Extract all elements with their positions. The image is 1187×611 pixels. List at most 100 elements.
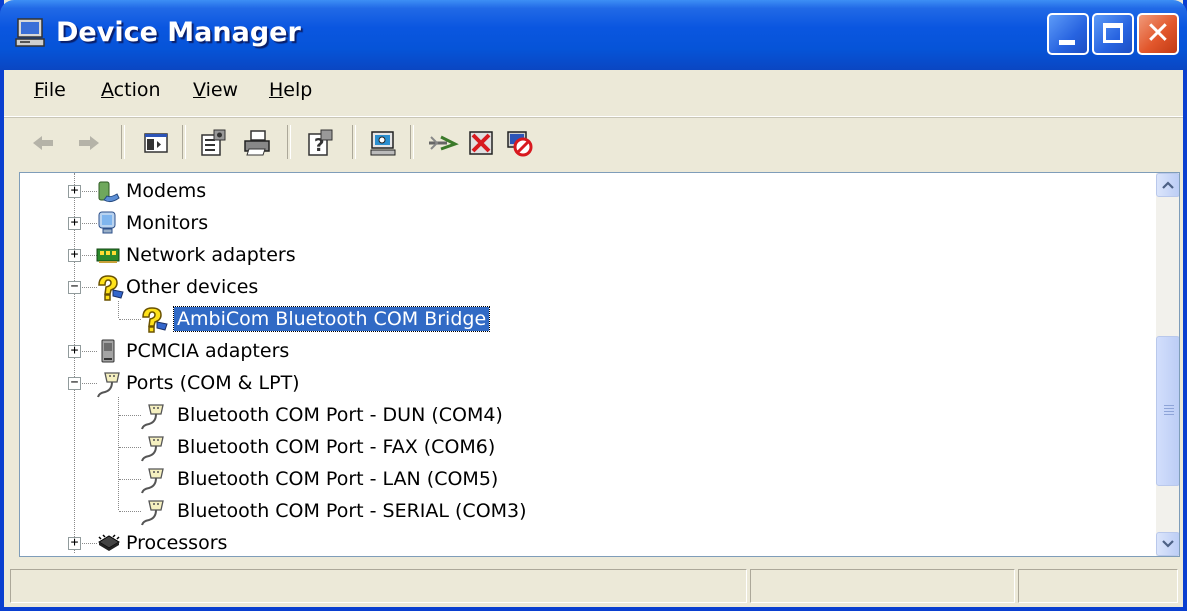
tree-category[interactable]: + Modems (20, 176, 1150, 208)
expand-toggle[interactable]: + (68, 344, 81, 358)
tree-device[interactable]: Bluetooth COM Port - LAN (COM5) (20, 464, 1150, 496)
tree-item-label[interactable]: Bluetooth COM Port - DUN (COM4) (174, 403, 506, 427)
collapse-toggle[interactable]: − (68, 376, 81, 390)
expand-toggle[interactable]: + (68, 248, 81, 262)
tree-item-label[interactable]: Bluetooth COM Port - SERIAL (COM3) (174, 499, 530, 523)
port-icon (139, 402, 165, 430)
menu-view[interactable]: View (193, 79, 238, 101)
forward-button[interactable] (70, 124, 108, 162)
tree-item-label[interactable]: Network adapters (123, 243, 299, 267)
vertical-scrollbar[interactable] (1156, 173, 1179, 556)
tree-connector (119, 511, 141, 513)
toolbar-separator (182, 125, 186, 159)
port-icon (139, 498, 165, 526)
window-title: Device Manager (56, 17, 301, 48)
tree-device[interactable]: Bluetooth COM Port - FAX (COM6) (20, 432, 1150, 464)
toolbar: ? (4, 117, 1183, 168)
menu-action-label: ction (113, 79, 161, 101)
menu-action-accel: A (101, 79, 114, 101)
help-button[interactable]: ? (301, 124, 339, 162)
toolbar-separator (121, 125, 125, 159)
close-icon: ✕ (1145, 16, 1171, 51)
tree-category[interactable]: + Network adapters (20, 240, 1150, 272)
grip-line (1164, 408, 1174, 409)
tree-item-label[interactable]: Processors (123, 531, 230, 555)
tree-device[interactable]: Bluetooth COM Port - DUN (COM4) (20, 400, 1150, 432)
minimize-button[interactable] (1047, 13, 1089, 55)
scroll-down-button[interactable] (1156, 532, 1179, 556)
print-button[interactable] (238, 124, 276, 162)
status-panel-middle (750, 569, 1015, 603)
unknown-device-icon (95, 274, 124, 301)
menu-help-label: elp (283, 79, 313, 101)
grip-line (1164, 414, 1174, 415)
menu-action[interactable]: Action (101, 79, 161, 101)
grip-line (1164, 405, 1174, 406)
help-icon: ? (308, 129, 333, 156)
status-panel-right (1018, 569, 1178, 603)
tree-item-label[interactable]: PCMCIA adapters (123, 339, 292, 363)
disable-button[interactable] (500, 124, 538, 162)
tree-item-label[interactable]: Monitors (123, 211, 211, 235)
tree-item-label[interactable]: Bluetooth COM Port - LAN (COM5) (174, 467, 501, 491)
tree-category[interactable]: − Ports (COM & LPT) (20, 368, 1150, 400)
tree-item-label[interactable]: Ports (COM & LPT) (123, 371, 303, 395)
menu-help[interactable]: Help (269, 79, 312, 101)
minimize-icon (1059, 40, 1075, 45)
tree-item-label[interactable]: Bluetooth COM Port - FAX (COM6) (174, 435, 498, 459)
tree-category[interactable]: − Other devices (20, 272, 1150, 304)
maximize-button[interactable] (1092, 13, 1134, 55)
grip-line (1164, 411, 1174, 412)
collapse-toggle[interactable]: − (68, 280, 81, 294)
tree-connector (119, 415, 141, 417)
toolbar-separator (410, 125, 414, 159)
port-icon (139, 434, 165, 462)
uninstall-icon (469, 131, 493, 155)
modem-icon (95, 178, 121, 204)
properties-icon (201, 129, 226, 156)
tree-item-label[interactable]: Modems (123, 179, 209, 203)
close-button[interactable]: ✕ (1137, 13, 1179, 55)
properties-button[interactable] (194, 124, 232, 162)
menu-file-label: ile (43, 79, 66, 101)
monitor-icon (95, 210, 121, 236)
tree-device[interactable]: Bluetooth COM Port - SERIAL (COM3) (20, 496, 1150, 528)
menu-file[interactable]: File (34, 79, 66, 101)
title-bar[interactable]: Device Manager ✕ (0, 0, 1187, 70)
unknown-device-icon (139, 306, 168, 333)
tree-connector (119, 447, 141, 449)
processor-icon (95, 530, 121, 556)
menu-help-accel: H (269, 79, 284, 101)
device-manager-window: Device Manager ✕ File Action View Help ?… (0, 0, 1187, 611)
tree-category[interactable]: + Monitors (20, 208, 1150, 240)
tree-item-label[interactable]: AmbiCom Bluetooth COM Bridge (172, 306, 491, 332)
tree-category[interactable]: + PCMCIA adapters (20, 336, 1150, 368)
tree-device[interactable]: AmbiCom Bluetooth COM Bridge (20, 304, 1150, 336)
scroll-thumb[interactable] (1156, 336, 1179, 486)
scan-hardware-button[interactable] (364, 124, 402, 162)
pcmcia-icon (95, 338, 121, 364)
expand-toggle[interactable]: + (68, 536, 81, 550)
tree-item-label[interactable]: Other devices (123, 275, 261, 299)
status-bar (4, 565, 1183, 607)
uninstall-button[interactable] (462, 124, 500, 162)
menu-view-accel: V (193, 79, 206, 101)
network-adapter-icon (95, 242, 121, 268)
back-button[interactable] (24, 124, 62, 162)
menu-file-accel: F (34, 79, 44, 101)
print-icon (244, 130, 270, 156)
scroll-up-button[interactable] (1156, 173, 1179, 197)
show-hide-console-tree-icon (144, 133, 168, 153)
menu-bar: File Action View Help (4, 70, 1183, 117)
port-icon (95, 370, 121, 398)
disable-icon (507, 131, 533, 157)
update-driver-button[interactable] (424, 124, 462, 162)
expand-toggle[interactable]: + (68, 216, 81, 230)
show-hide-tree-button[interactable] (137, 124, 175, 162)
device-tree[interactable]: + Modems + Monitors + Network adapters − Other … (19, 172, 1180, 557)
tree-category[interactable]: + Processors (20, 528, 1150, 556)
port-icon (139, 466, 165, 494)
chevron-up-icon (1162, 181, 1174, 189)
update-driver-icon (429, 135, 459, 151)
expand-toggle[interactable]: + (68, 184, 81, 198)
